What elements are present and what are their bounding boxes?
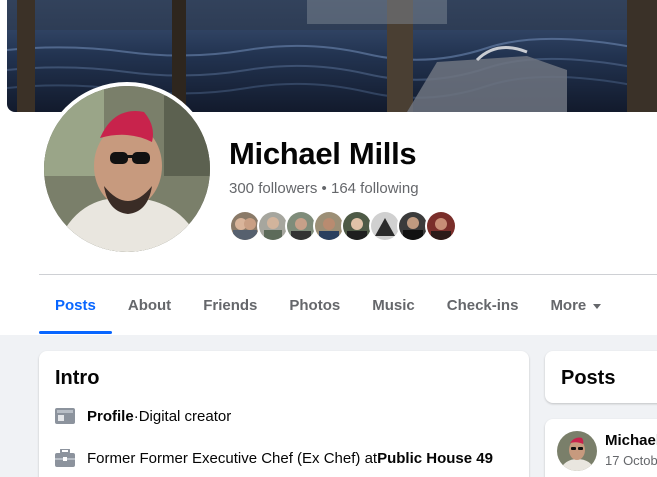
count-separator: • <box>317 180 331 197</box>
briefcase-icon <box>55 448 75 468</box>
followers-link[interactable]: 300 followers <box>229 180 317 197</box>
profile-type: Digital creator <box>138 407 232 425</box>
header-divider <box>39 274 657 275</box>
profile-tabs: Posts About Friends Photos Music Check-i… <box>39 279 617 335</box>
tab-label: About <box>127 296 172 314</box>
tab-posts[interactable]: Posts <box>39 279 112 334</box>
post-author-name[interactable]: Michael <box>605 432 657 449</box>
work-description: Former Former Executive Chef (Ex Chef) a… <box>87 449 378 467</box>
tab-label: Friends <box>203 296 258 314</box>
tab-label: Music <box>372 296 415 314</box>
post-card: Michael 17 Octob <box>545 419 657 477</box>
tab-label: Posts <box>55 296 96 314</box>
profile-name: Michael Mills <box>229 136 417 171</box>
tab-about[interactable]: About <box>112 279 187 331</box>
tab-label: More <box>550 296 587 314</box>
intro-card: Intro Profile · Digital creator Former F… <box>39 351 529 477</box>
friend-avatar[interactable] <box>425 210 457 242</box>
work-place-link[interactable]: Public House 49 <box>377 450 493 467</box>
post-author-avatar[interactable] <box>557 431 597 471</box>
intro-profile-row: Profile · Digital creator <box>55 406 231 426</box>
intro-work-row: Former Former Executive Chef (Ex Chef) a… <box>55 448 493 468</box>
tab-music[interactable]: Music <box>356 279 431 331</box>
profile-label: Profile <box>87 407 134 425</box>
tab-label: Photos <box>289 296 341 314</box>
tab-label: Check-ins <box>446 296 519 314</box>
chevron-down-icon <box>593 303 602 309</box>
posts-panel-title: Posts <box>561 367 616 389</box>
tab-photos[interactable]: Photos <box>273 279 356 331</box>
posts-panel-header: Posts <box>545 351 657 403</box>
tab-friends[interactable]: Friends <box>187 279 273 331</box>
follow-counts: 300 followers • 164 following <box>229 180 419 197</box>
profile-picture[interactable] <box>40 82 214 256</box>
post-date[interactable]: 17 Octob <box>605 453 657 468</box>
following-link[interactable]: 164 following <box>331 180 419 197</box>
intro-title: Intro <box>55 367 100 389</box>
id-card-icon <box>55 406 75 426</box>
tab-more[interactable]: More <box>534 279 617 331</box>
tab-check-ins[interactable]: Check-ins <box>431 279 535 331</box>
